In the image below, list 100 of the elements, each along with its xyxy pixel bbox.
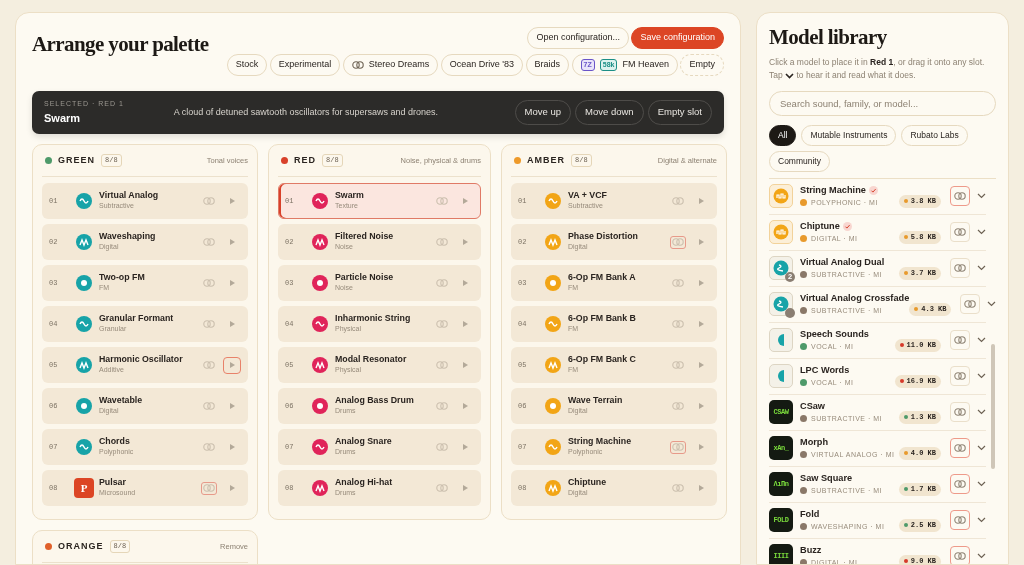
stereo-toggle[interactable] [670, 235, 686, 249]
stereo-toggle[interactable] [950, 186, 970, 207]
linked-circles-icon [203, 361, 215, 369]
linked-circles-icon [954, 516, 966, 525]
slot-name: Harmonic Oscillator [99, 354, 183, 365]
slot-name: String Machine [568, 436, 632, 447]
linked-circles-icon [954, 336, 966, 345]
play-icon [697, 484, 705, 492]
filter-chip[interactable]: Mutable Instruments [801, 124, 897, 146]
stereo-toggle[interactable] [434, 481, 450, 495]
stereo-toggle[interactable] [670, 481, 686, 495]
stereo-toggle[interactable] [950, 438, 970, 459]
panel-title: Model library [769, 25, 888, 51]
slot-name: Swarm [335, 190, 364, 201]
stereo-toggle[interactable] [434, 399, 450, 413]
chevron-icon[interactable] [977, 373, 986, 380]
stereo-toggle[interactable] [201, 399, 217, 413]
preset-chip[interactable]: Stereo Dreams [342, 54, 439, 76]
filter-chip[interactable]: Community [769, 150, 830, 172]
save-button[interactable]: Save configuration [631, 27, 724, 49]
stereo-toggle[interactable] [201, 440, 217, 454]
bank-name: RED [294, 153, 316, 167]
slot-name: Chords [99, 436, 131, 447]
chevron-icon [785, 73, 795, 80]
play-icon [228, 361, 236, 369]
stereo-toggle[interactable] [201, 481, 217, 495]
stereo-toggle[interactable] [670, 317, 686, 331]
preset-chip[interactable]: Stock [226, 54, 268, 76]
search-field[interactable]: Search sound, family, or model... [769, 90, 996, 116]
linked-circles-icon [954, 264, 966, 273]
stereo-toggle[interactable] [434, 440, 450, 454]
chevron-icon[interactable] [977, 337, 986, 344]
slot-name: Analog Snare [335, 436, 392, 447]
stereo-toggle[interactable] [201, 194, 217, 208]
scrollbar[interactable] [991, 343, 995, 469]
linked-circles-icon [954, 552, 966, 561]
play-icon [697, 279, 705, 287]
chevron-icon[interactable] [977, 481, 986, 488]
preset-chip[interactable]: Braids [525, 54, 570, 76]
play-icon [697, 238, 705, 246]
stereo-toggle[interactable] [434, 194, 450, 208]
slot-name: Chiptune [568, 477, 607, 488]
stereo-toggle[interactable] [434, 358, 450, 372]
chevron-icon[interactable] [977, 193, 986, 200]
slot-name: Wave Terrain [568, 395, 623, 406]
chevron-icon[interactable] [977, 517, 986, 524]
preset-chip[interactable]: Experimental [269, 54, 341, 76]
slot-name: VA + VCF [568, 190, 607, 201]
stereo-toggle[interactable] [950, 546, 970, 564]
chevron-icon[interactable] [977, 229, 986, 236]
slot-name: Modal Resonator [335, 354, 407, 365]
stereo-toggle[interactable] [670, 399, 686, 413]
stereo-toggle[interactable] [670, 276, 686, 290]
chevron-icon[interactable] [977, 409, 986, 416]
linked-circles-icon [436, 320, 448, 328]
chevron-icon[interactable] [977, 265, 986, 272]
slot-name: Granular Formant [99, 313, 174, 324]
linked-circles-icon [351, 61, 364, 69]
page-title: Arrange your palette [32, 32, 209, 58]
linked-circles-icon [954, 408, 966, 417]
stereo-toggle[interactable] [201, 358, 217, 372]
play-icon [697, 197, 705, 205]
open-button[interactable]: Open configuration... [527, 27, 629, 49]
linked-circles-icon [436, 402, 448, 410]
preset-chip[interactable]: Ocean Drive '83 [440, 54, 524, 76]
stereo-toggle[interactable] [434, 235, 450, 249]
model-name: LPC Words [800, 363, 850, 377]
stereo-toggle[interactable] [201, 235, 217, 249]
play-button[interactable] [223, 356, 241, 374]
filter-chip[interactable]: All [769, 124, 797, 146]
linked-circles-icon [954, 228, 966, 237]
play-icon [461, 320, 469, 328]
stereo-toggle[interactable] [670, 358, 686, 372]
chevron-icon[interactable] [987, 301, 996, 308]
chevron-icon[interactable] [977, 445, 986, 452]
stereo-toggle[interactable] [950, 474, 970, 495]
stereo-toggle[interactable] [670, 440, 686, 454]
stereo-toggle[interactable] [434, 276, 450, 290]
stereo-toggle[interactable] [434, 317, 450, 331]
play-icon [461, 484, 469, 492]
filter-chip[interactable]: Rubato Labs [901, 124, 968, 146]
chevron-icon[interactable] [977, 553, 986, 560]
linked-circles-icon [203, 279, 215, 287]
linked-circles-icon [954, 192, 966, 201]
model-name: Buzz [800, 543, 822, 557]
play-icon [461, 238, 469, 246]
preset-chip[interactable]: Empty [680, 54, 724, 76]
linked-circles-icon [672, 361, 684, 369]
stereo-toggle[interactable] [670, 194, 686, 208]
stereo-toggle[interactable] [950, 510, 970, 531]
slot-name: Wavetable [99, 395, 143, 406]
slot-name: Inharmonic String [335, 313, 411, 324]
model-name: Saw Square [800, 471, 853, 485]
model-name: String Machine [800, 183, 866, 197]
model-badge: P [74, 478, 94, 498]
linked-circles-icon [672, 402, 684, 410]
stereo-toggle[interactable] [201, 276, 217, 290]
selection-description: A cloud of detuned sawtooth oscillators for supersaws and drones. [173, 105, 439, 119]
model-name: Morph [800, 435, 829, 449]
stereo-toggle[interactable] [201, 317, 217, 331]
